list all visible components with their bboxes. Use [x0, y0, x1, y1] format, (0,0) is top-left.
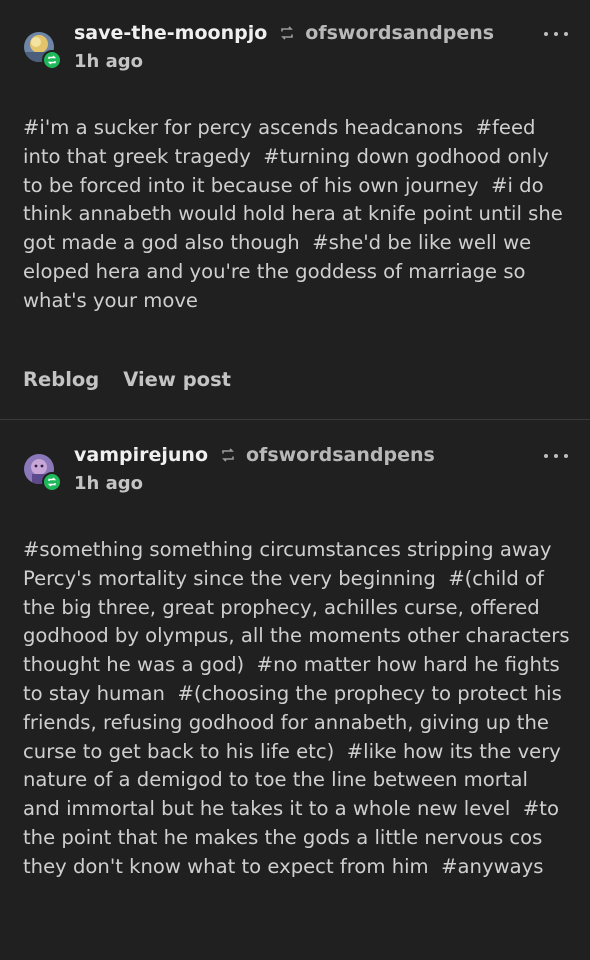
post-header: save-the-moonpjo ofswordsandpens — [74, 22, 494, 44]
username[interactable]: vampirejuno — [74, 444, 208, 466]
post-card: vampirejuno ofswordsandpens 1h ago #some… — [0, 420, 590, 960]
reblog-icon — [220, 447, 236, 463]
reblog-badge-icon — [42, 472, 62, 492]
reblog-button[interactable]: Reblog — [23, 368, 99, 391]
reblog-source[interactable]: ofswordsandpens — [305, 22, 494, 44]
reblog-source[interactable]: ofswordsandpens — [246, 444, 435, 466]
username[interactable]: save-the-moonpjo — [74, 22, 267, 44]
timestamp: 1h ago — [74, 473, 144, 494]
more-options-icon[interactable] — [544, 454, 568, 458]
tag-list: #something something circumstances strip… — [23, 536, 570, 882]
timestamp: 1h ago — [74, 51, 144, 72]
reblog-icon — [279, 25, 295, 41]
more-options-icon[interactable] — [544, 32, 568, 36]
reblog-badge-icon — [42, 50, 62, 70]
tag[interactable]: #i'm a sucker for percy ascends headcano… — [23, 116, 463, 139]
avatar[interactable] — [24, 454, 62, 492]
avatar[interactable] — [24, 32, 62, 70]
tag-list: #i'm a sucker for percy ascends headcano… — [23, 114, 570, 316]
post-card: save-the-moonpjo ofswordsandpens 1h ago … — [0, 0, 590, 419]
view-post-button[interactable]: View post — [123, 368, 231, 391]
post-actions: Reblog View post — [23, 368, 231, 391]
post-header: vampirejuno ofswordsandpens — [74, 444, 435, 466]
tag[interactable]: #anyways — [441, 855, 543, 878]
